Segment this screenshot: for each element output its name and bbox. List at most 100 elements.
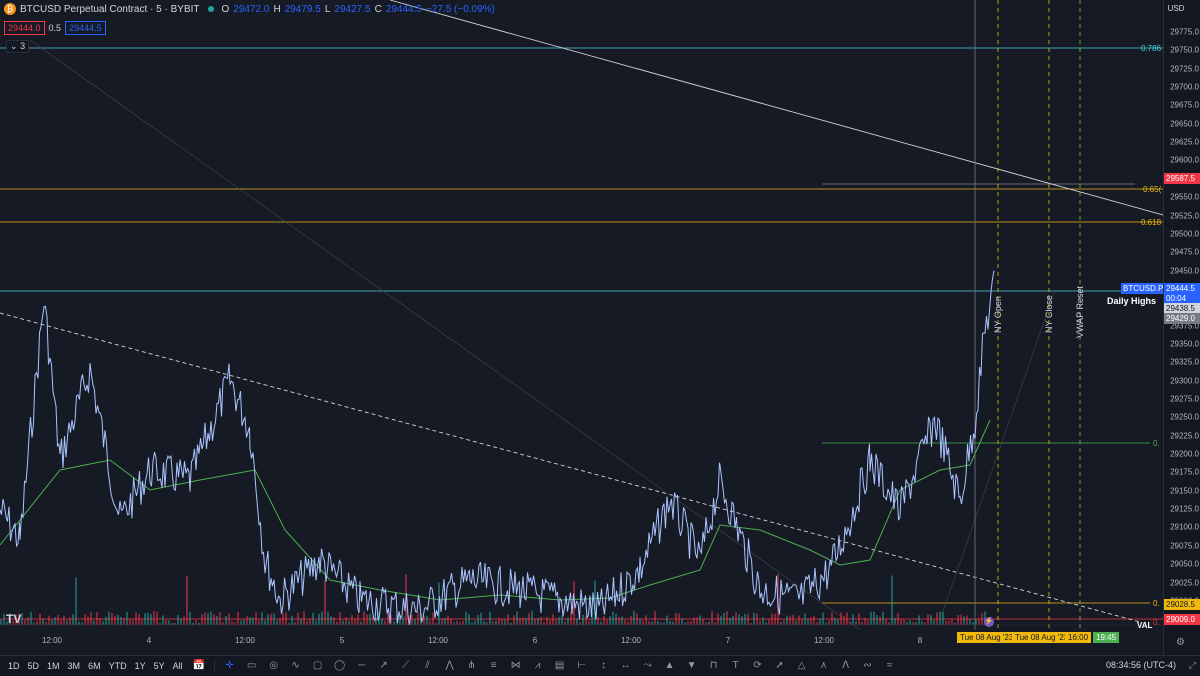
timeframe-6m[interactable]: 6M [84, 661, 105, 671]
volume-bar [216, 616, 218, 625]
volume-bar [867, 620, 869, 625]
pattern-icon[interactable]: ⩘ [532, 660, 544, 672]
square-icon[interactable]: ▢ [312, 660, 324, 672]
volume-bar [747, 613, 749, 625]
price-tick: 29775.0 [1170, 27, 1199, 37]
volume-bar [672, 621, 674, 625]
trendline-dashed[interactable] [0, 312, 1141, 623]
volume-bar [531, 611, 533, 625]
volume-bar [885, 619, 887, 625]
volume-bar [132, 620, 134, 625]
xabcd-icon[interactable]: ⋈ [510, 660, 522, 672]
volume-bar [723, 613, 725, 625]
trendline-faint-2[interactable] [939, 289, 1056, 621]
currency-button[interactable]: USD [1163, 4, 1189, 13]
crosshair-icon[interactable]: ✛ [224, 660, 236, 672]
long-position-icon[interactable]: ▲ [664, 660, 676, 672]
buy-button[interactable]: 29444.5 [65, 21, 106, 35]
symbol-header: ₿ BTCUSD Perpetual Contract · 5 · BYBIT … [4, 3, 495, 15]
event-marker-icon[interactable]: ⚡ [984, 617, 994, 627]
rectangle-icon[interactable]: ▭ [246, 660, 258, 672]
timeframe-ytd[interactable]: YTD [105, 661, 131, 671]
volume-bar [54, 617, 56, 625]
forecast-icon[interactable]: ⤳ [642, 660, 654, 672]
timeframe-1d[interactable]: 1D [4, 661, 24, 671]
ray-icon[interactable]: ↗ [378, 660, 390, 672]
volume-bar [297, 612, 299, 625]
short-position-icon[interactable]: ▼ [686, 660, 698, 672]
timeframe-all[interactable]: All [169, 661, 187, 671]
ellipse-icon[interactable]: ◯ [334, 660, 346, 672]
settings-gear-icon[interactable]: ⚙ [1176, 637, 1185, 648]
clock[interactable]: 08:34:56 (UTC-4) [1106, 660, 1176, 670]
volume-bar [483, 620, 485, 625]
zigzag-icon[interactable]: ⋀ [444, 660, 456, 672]
volume-bar [345, 617, 347, 625]
timeframe-5y[interactable]: 5Y [150, 661, 169, 671]
volume-bar [897, 612, 899, 625]
volume-bar [894, 618, 896, 625]
indicators-toggle[interactable]: ⌄ 3 [6, 40, 30, 53]
fib-icon[interactable]: ≡ [488, 660, 500, 672]
arrow-icon[interactable]: ➚ [774, 660, 786, 672]
symbol-title[interactable]: BTCUSD Perpetual Contract · 5 · BYBIT [20, 4, 200, 15]
volume-bar [939, 611, 941, 625]
cycle-icon[interactable]: ⟳ [752, 660, 764, 672]
volume-bar [843, 615, 845, 625]
volume-bar [267, 614, 269, 625]
price-chart[interactable] [0, 0, 1163, 631]
extended-line-icon[interactable]: ⟋ [400, 660, 412, 672]
volume-bar [285, 612, 287, 625]
volume-bar [264, 620, 266, 625]
volume-bar [618, 617, 620, 625]
volume-bar [45, 621, 47, 625]
date-range-icon[interactable]: ↔ [620, 660, 632, 672]
volume-bar [534, 618, 536, 625]
volume-bar [270, 613, 272, 625]
volume-bar [174, 622, 176, 625]
timeframe-5d[interactable]: 5D [24, 661, 44, 671]
volume-bar [924, 622, 926, 625]
volume-bar [192, 622, 194, 625]
triangle-icon[interactable]: △ [796, 660, 808, 672]
trendline-upper[interactable] [389, 0, 1163, 216]
volume-bar [687, 621, 689, 625]
volume-bar [165, 620, 167, 625]
timeframe-1y[interactable]: 1Y [131, 661, 150, 671]
volume-bar [69, 617, 71, 625]
parallel-icon[interactable]: ⫽ [422, 660, 434, 672]
timeframe-1m[interactable]: 1M [43, 661, 64, 671]
trendline-faint[interactable] [29, 39, 861, 631]
volume-bar [189, 611, 191, 625]
volume-bar [690, 621, 692, 625]
line-icon[interactable]: ─ [356, 660, 368, 672]
wave-icon[interactable]: ≈ [884, 660, 896, 672]
volume-bar [291, 615, 293, 625]
circle-icon[interactable]: ◎ [268, 660, 280, 672]
bars-pattern-icon[interactable]: ⊓ [708, 660, 720, 672]
volume-bar [81, 622, 83, 625]
volume-bar [183, 616, 185, 625]
date-range-icon[interactable]: 📅 [193, 660, 205, 672]
volume-bar [123, 617, 125, 625]
chart-canvas[interactable]: ₿ BTCUSD Perpetual Contract · 5 · BYBIT … [0, 0, 1163, 655]
timeframe-3m[interactable]: 3M [64, 661, 85, 671]
volume-bar [237, 611, 239, 625]
volume-bar [117, 614, 119, 625]
pitchfork-icon[interactable]: ⋔ [466, 660, 478, 672]
volume-bar [597, 617, 599, 625]
ruler-icon[interactable]: ⊢ [576, 660, 588, 672]
sell-button[interactable]: 29444.0 [4, 21, 45, 35]
price-range-icon[interactable]: ↕ [598, 660, 610, 672]
head-shoulders-icon[interactable]: ⋏ [818, 660, 830, 672]
price-axis[interactable]: 29775.0 29750.0 29725.0 29700.0 29675.0 29650… [1163, 0, 1200, 655]
volume-bar [306, 621, 308, 625]
expand-icon[interactable]: ⤢ [1189, 660, 1196, 671]
text-icon[interactable]: T [730, 660, 742, 672]
volume-bar [3, 613, 5, 625]
volume-bars [0, 574, 989, 625]
abcd-icon[interactable]: ⴷ [840, 660, 852, 672]
brush-icon[interactable]: ∿ [290, 660, 302, 672]
elliott-icon[interactable]: ∾ [862, 660, 874, 672]
note-icon[interactable]: ▤ [554, 660, 566, 672]
